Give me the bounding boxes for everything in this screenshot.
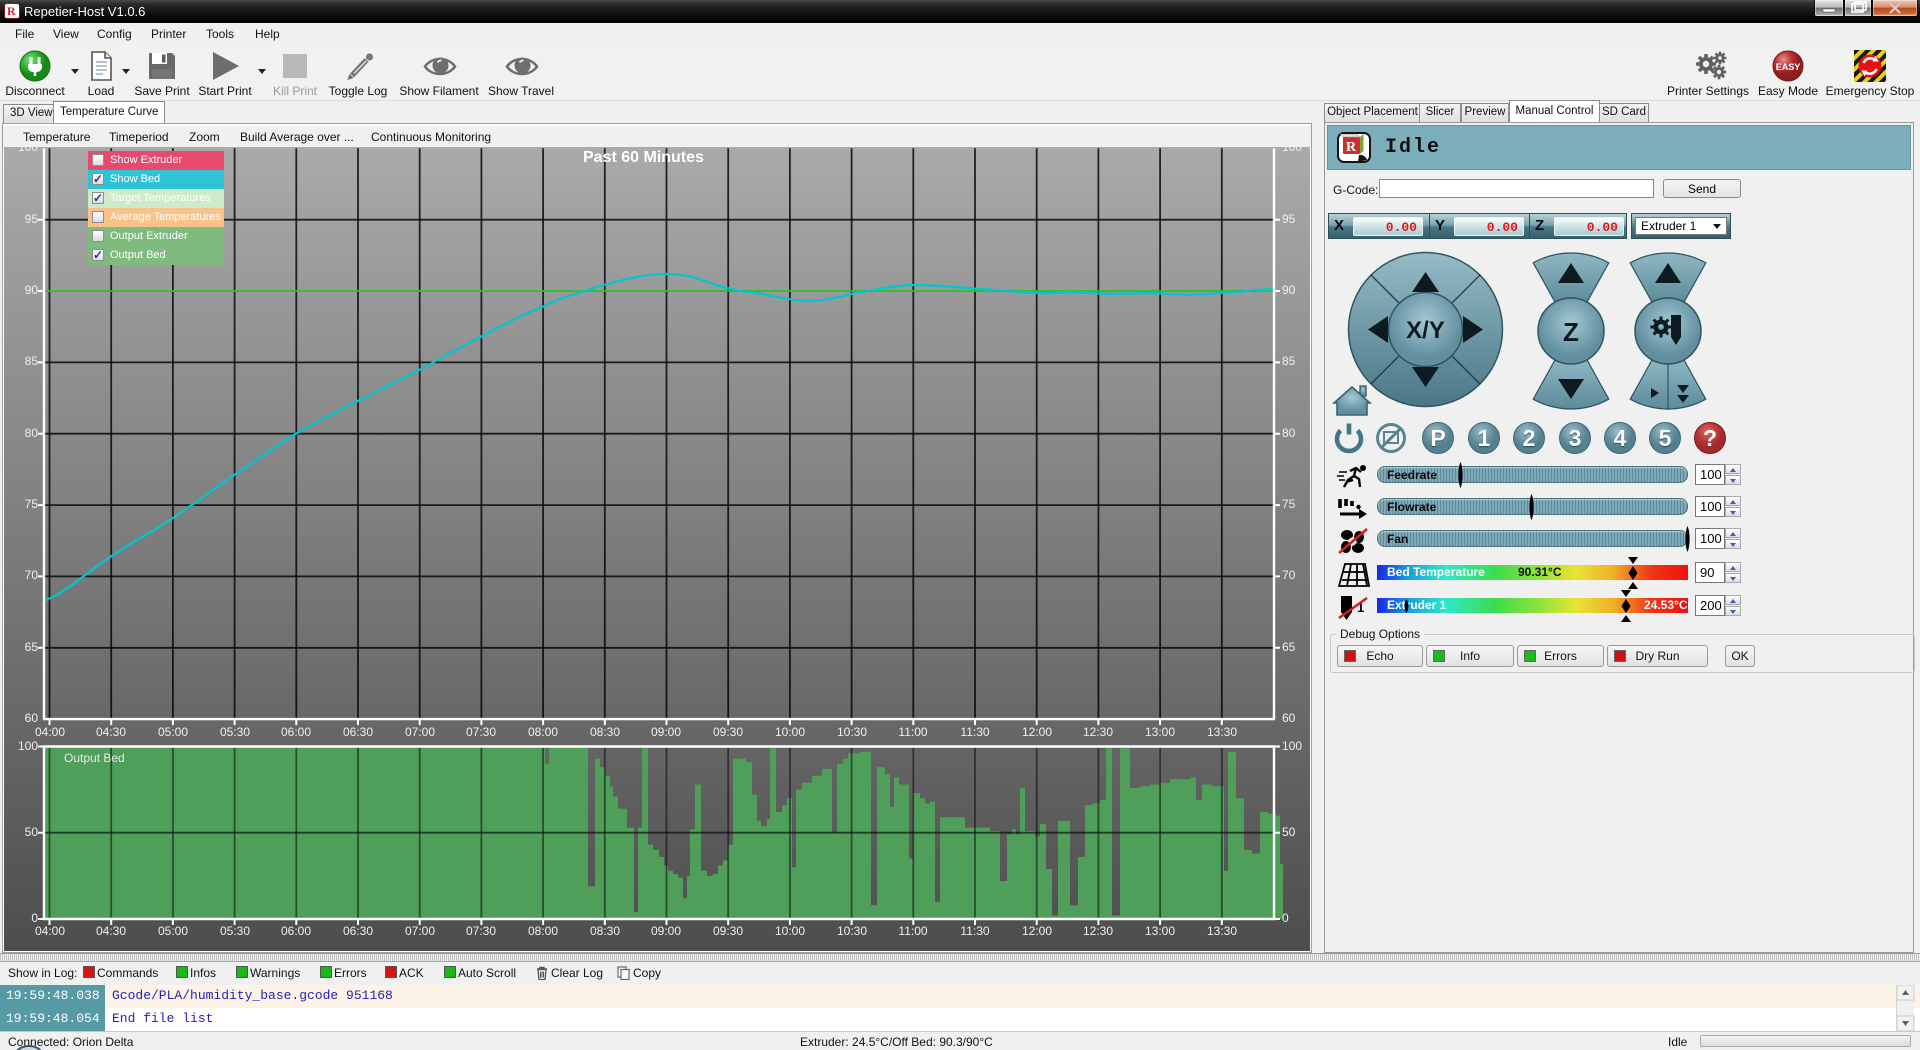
svg-text:EASY: EASY <box>1776 62 1801 72</box>
